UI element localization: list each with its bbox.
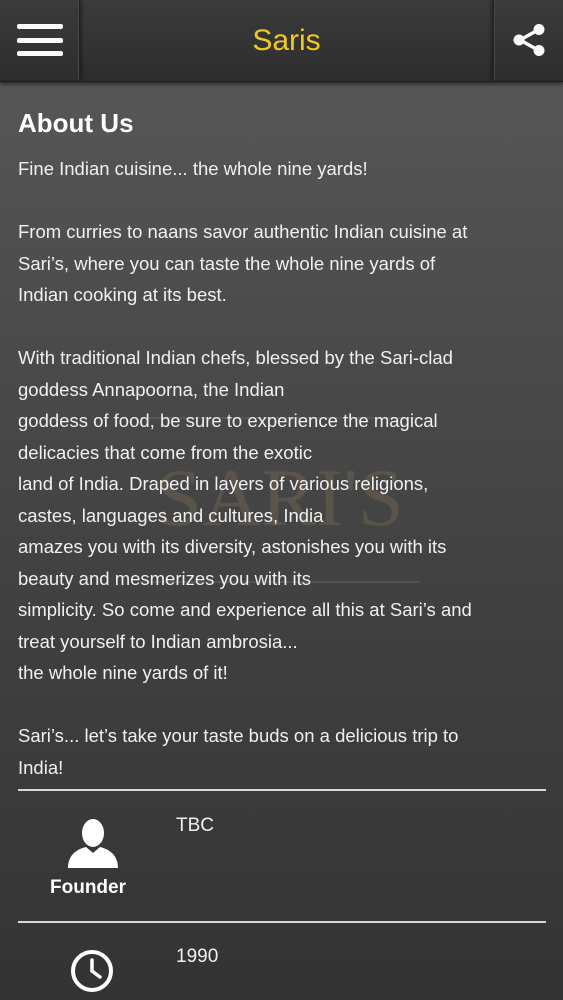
paragraph-line: goddess Annapoorna, the Indian — [18, 378, 285, 400]
paragraph-line: Fine Indian cuisine... the whole nine ya… — [18, 158, 368, 179]
about-paragraph: With traditional Indian chefs, blessed b… — [18, 342, 546, 689]
divider — [18, 921, 546, 923]
menu-button[interactable] — [0, 0, 80, 80]
paragraph-line: India! — [18, 756, 64, 778]
founded-year-value: 1990 — [176, 946, 219, 967]
paragraph-line: Sari’s, where you can taste the whole ni… — [18, 252, 436, 274]
paragraph-line: treat yourself to Indian ambrosia... — [18, 630, 298, 652]
paragraph-line: beauty and mesmerizes you with its — [18, 567, 312, 589]
app-title: Saris — [252, 24, 321, 57]
paragraph-line: delicacies that come from the exotic — [18, 441, 313, 463]
founder-value: TBC — [176, 815, 214, 836]
founder-label: Founder — [50, 877, 126, 898]
about-section: About Us Fine Indian cuisine... the whol… — [18, 108, 546, 815]
clock-icon — [71, 950, 113, 992]
share-icon — [513, 24, 544, 56]
about-paragraph: Sari’s... let’s take your taste buds on … — [18, 720, 546, 783]
paragraph-line: castes, languages and cultures, India — [18, 504, 324, 526]
about-heading: About Us — [18, 108, 134, 138]
paragraph-line: simplicity. So come and experience all t… — [18, 599, 472, 620]
divider — [18, 789, 546, 791]
about-paragraph: From curries to naans savor authentic In… — [18, 216, 546, 311]
about-body: Fine Indian cuisine... the whole nine ya… — [18, 153, 546, 783]
about-paragraph: Fine Indian cuisine... the whole nine ya… — [18, 153, 546, 185]
person-icon — [68, 819, 118, 868]
paragraph-line: goddess of food, be sure to experience t… — [18, 410, 438, 431]
share-button[interactable] — [493, 0, 563, 80]
hamburger-menu-icon — [16, 24, 63, 56]
paragraph-line: the whole nine yards of it! — [18, 662, 228, 683]
paragraph-line: amazes you with its diversity, astonishe… — [18, 536, 447, 557]
paragraph-line: Indian cooking at its best. — [18, 284, 227, 305]
paragraph-line: Sari’s... let’s take your taste buds on … — [18, 725, 459, 746]
paragraph-line: From curries to naans savor authentic In… — [18, 221, 468, 242]
top-app-bar: Saris — [0, 0, 563, 82]
paragraph-line: With traditional Indian chefs, blessed b… — [18, 347, 453, 368]
paragraph-line: land of India. Draped in layers of vario… — [18, 473, 429, 494]
